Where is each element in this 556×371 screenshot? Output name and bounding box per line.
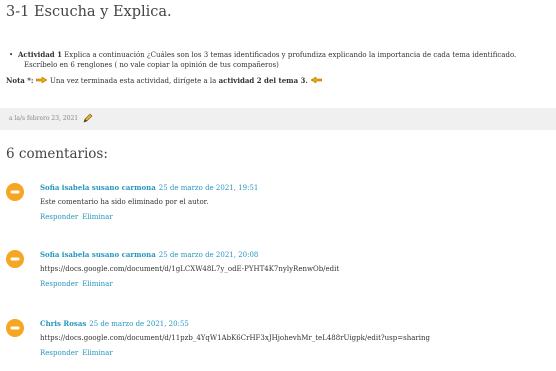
- reply-link[interactable]: Responder: [40, 280, 78, 288]
- activity-label: Actividad 1: [18, 50, 62, 59]
- comment-actions: Responder Eliminar: [40, 280, 113, 288]
- comment-body: Este comentario ha sido eliminado por el…: [40, 198, 209, 206]
- delete-link[interactable]: Eliminar: [82, 213, 113, 221]
- comment-header: Chris Rosas 25 de marzo de 2021, 20:55: [40, 319, 189, 328]
- nota-line: Nota *: Una vez terminada esta actividad…: [6, 76, 556, 86]
- comment-date[interactable]: 25 de marzo de 2021, 20:55: [89, 320, 189, 328]
- comment-body: https://docs.google.com/document/d/11pzb…: [40, 334, 430, 342]
- comment-author[interactable]: Chris Rosas: [40, 319, 86, 328]
- comment-actions: Responder Eliminar: [40, 349, 113, 357]
- reply-link[interactable]: Responder: [40, 349, 78, 357]
- activity-item: • Actividad 1 Explica a continuación ¿Cuá…: [6, 50, 556, 60]
- blogger-avatar-icon: [6, 250, 24, 268]
- nota-text: Una vez terminada esta actividad, diríge…: [47, 77, 219, 85]
- post-footer: a la/s febrero 23, 2021: [0, 108, 556, 130]
- nota-bold: actividad 2 del tema 3.: [218, 76, 308, 85]
- activity-text-2: Escríbelo en 6 renglones ( no vale copia…: [24, 61, 279, 69]
- delete-link[interactable]: Eliminar: [82, 349, 113, 357]
- nota-label: Nota *:: [6, 76, 34, 85]
- post-body: • Actividad 1 Explica a continuación ¿Cuá…: [6, 50, 556, 86]
- comment-header: Sofia isabela susano carmona 25 de marzo …: [40, 183, 258, 192]
- activity-text-1: Explica a continuación ¿Cuáles son los 3…: [61, 51, 517, 59]
- blogger-avatar-icon: [6, 183, 24, 201]
- comment-body: https://docs.google.com/document/d/1gLCX…: [40, 265, 340, 273]
- comment-date[interactable]: 25 de marzo de 2021, 20:08: [159, 251, 259, 259]
- bullet: •: [9, 51, 14, 59]
- post-date[interactable]: a la/s febrero 23, 2021: [9, 115, 78, 122]
- comment-date[interactable]: 25 de marzo de 2021, 19:51: [159, 184, 259, 192]
- comments-title: 6 comentarios:: [6, 146, 108, 162]
- pencil-icon[interactable]: [82, 112, 94, 124]
- comment-author[interactable]: Sofia isabela susano carmona: [40, 183, 156, 192]
- post-title: 3-1 Escucha y Explica.: [6, 4, 172, 20]
- reply-link[interactable]: Responder: [40, 213, 78, 221]
- comment-actions: Responder Eliminar: [40, 213, 113, 221]
- comment-header: Sofia isabela susano carmona 25 de marzo …: [40, 250, 258, 259]
- pointing-hand-right-icon: [35, 76, 48, 84]
- comment-author[interactable]: Sofia isabela susano carmona: [40, 250, 156, 259]
- delete-link[interactable]: Eliminar: [82, 280, 113, 288]
- blogger-avatar-icon: [6, 319, 24, 337]
- pointing-hand-left-icon: [310, 76, 323, 84]
